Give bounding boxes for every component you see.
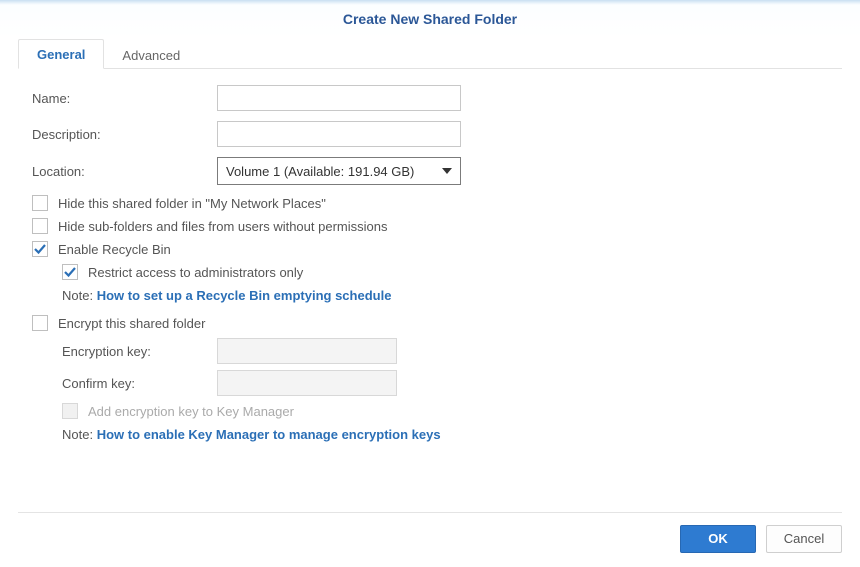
description-input[interactable] — [217, 121, 461, 147]
keymgr-note: Note: How to enable Key Manager to manag… — [62, 427, 828, 442]
chevron-down-icon — [442, 168, 452, 174]
add-key-manager-label: Add encryption key to Key Manager — [88, 404, 294, 419]
name-label: Name: — [32, 91, 217, 106]
tab-general[interactable]: General — [18, 39, 104, 69]
name-input[interactable] — [217, 85, 461, 111]
enable-recycle-bin-label: Enable Recycle Bin — [58, 242, 171, 257]
encrypt-folder-label: Encrypt this shared folder — [58, 316, 205, 331]
hide-subfolders-label: Hide sub-folders and files from users wi… — [58, 219, 387, 234]
location-select-value: Volume 1 (Available: 191.94 GB) — [226, 164, 414, 179]
confirm-key-label: Confirm key: — [62, 376, 217, 391]
hide-network-places-label: Hide this shared folder in "My Network P… — [58, 196, 326, 211]
location-label: Location: — [32, 164, 217, 179]
recycle-note: Note: How to set up a Recycle Bin emptyi… — [62, 288, 828, 303]
add-key-manager-checkbox — [62, 403, 78, 419]
cancel-button[interactable]: Cancel — [766, 525, 842, 553]
hide-network-places-checkbox[interactable] — [32, 195, 48, 211]
tab-underline — [18, 68, 842, 69]
description-label: Description: — [32, 127, 217, 142]
footer-separator — [18, 512, 842, 513]
key-manager-link[interactable]: How to enable Key Manager to manage encr… — [97, 427, 441, 442]
keymgr-note-prefix: Note: — [62, 427, 97, 442]
recycle-note-prefix: Note: — [62, 288, 97, 303]
location-select[interactable]: Volume 1 (Available: 191.94 GB) — [217, 157, 461, 185]
enable-recycle-bin-checkbox[interactable] — [32, 241, 48, 257]
tab-bar: General Advanced — [0, 39, 860, 69]
dialog-content: Name: Description: Location: Volume 1 (A… — [0, 69, 860, 442]
recycle-schedule-link[interactable]: How to set up a Recycle Bin emptying sch… — [97, 288, 392, 303]
encryption-key-label: Encryption key: — [62, 344, 217, 359]
tab-advanced[interactable]: Advanced — [104, 41, 198, 69]
create-shared-folder-dialog: Create New Shared Folder General Advance… — [0, 0, 860, 567]
dialog-footer: OK Cancel — [18, 512, 842, 553]
hide-subfolders-checkbox[interactable] — [32, 218, 48, 234]
restrict-admins-checkbox[interactable] — [62, 264, 78, 280]
button-row: OK Cancel — [18, 525, 842, 553]
encrypt-folder-checkbox[interactable] — [32, 315, 48, 331]
encryption-key-input — [217, 338, 397, 364]
restrict-admins-label: Restrict access to administrators only — [88, 265, 303, 280]
dialog-title: Create New Shared Folder — [0, 5, 860, 39]
confirm-key-input — [217, 370, 397, 396]
ok-button[interactable]: OK — [680, 525, 756, 553]
